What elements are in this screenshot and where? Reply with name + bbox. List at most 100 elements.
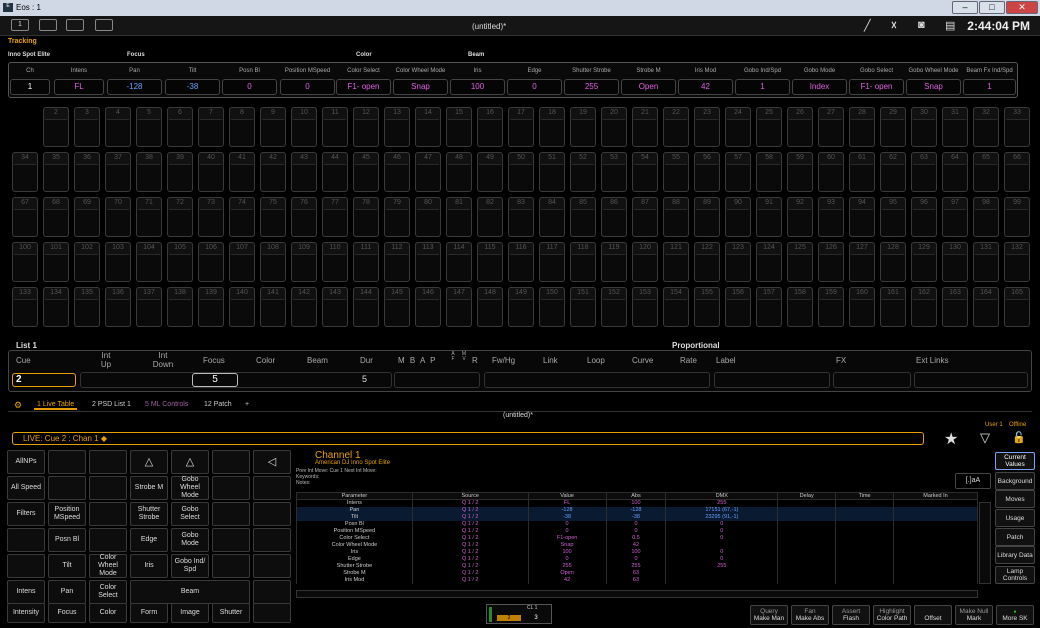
channel-tile[interactable]: 157 bbox=[756, 287, 782, 327]
softkey-button[interactable]: Highlight Color Path bbox=[873, 605, 911, 625]
channel-tile[interactable]: 113 bbox=[415, 242, 441, 282]
channel-tile[interactable]: 116 bbox=[508, 242, 534, 282]
param-button[interactable]: AllNPs bbox=[7, 450, 45, 474]
channel-tile[interactable]: 93 bbox=[818, 197, 844, 237]
param-button[interactable] bbox=[212, 554, 250, 578]
param-button[interactable]: Iris bbox=[130, 554, 168, 578]
channel-tile[interactable]: 164 bbox=[973, 287, 999, 327]
channel-tile[interactable]: 14 bbox=[415, 107, 441, 147]
softkey-button[interactable]: Fan Make Abs bbox=[791, 605, 829, 625]
right-button[interactable]: Patch bbox=[995, 528, 1035, 546]
tab-add[interactable]: + bbox=[245, 401, 249, 408]
channel-tile[interactable]: 50 bbox=[508, 152, 534, 192]
channel-tile[interactable]: 30 bbox=[911, 107, 937, 147]
right-button[interactable]: Lamp Controls bbox=[995, 566, 1035, 584]
case-toggle-button[interactable]: [.]aA bbox=[955, 473, 991, 489]
channel-tile[interactable]: 75 bbox=[260, 197, 286, 237]
channel-tile[interactable]: 125 bbox=[787, 242, 813, 282]
channel-tile[interactable]: 17 bbox=[508, 107, 534, 147]
right-button[interactable]: Moves bbox=[995, 490, 1035, 508]
channel-tile[interactable]: 136 bbox=[105, 287, 131, 327]
channel-tile[interactable]: 147 bbox=[446, 287, 472, 327]
channel-tile[interactable]: 138 bbox=[167, 287, 193, 327]
param-button[interactable]: Strobe M bbox=[130, 476, 168, 500]
channel-tile[interactable]: 96 bbox=[911, 197, 937, 237]
tracking-value[interactable]: Index bbox=[792, 79, 847, 95]
channel-tile[interactable]: 131 bbox=[973, 242, 999, 282]
cue-number-field[interactable]: 2 bbox=[12, 373, 76, 387]
cue-flags-cells[interactable] bbox=[394, 372, 480, 388]
param-button[interactable]: Intens bbox=[7, 580, 45, 604]
channel-tile[interactable]: 107 bbox=[229, 242, 255, 282]
channel-tile[interactable]: 33 bbox=[1004, 107, 1030, 147]
channel-tile[interactable]: 92 bbox=[787, 197, 813, 237]
param-button[interactable] bbox=[253, 528, 291, 552]
tracking-value[interactable]: 1 bbox=[10, 79, 50, 95]
cue-ext-cell[interactable] bbox=[914, 372, 1028, 388]
channel-tile[interactable]: 129 bbox=[911, 242, 937, 282]
tab-live-table[interactable]: 1 Live Table bbox=[34, 401, 78, 410]
channel-tile[interactable]: 36 bbox=[74, 152, 100, 192]
tracking-value[interactable]: 0 bbox=[222, 79, 277, 95]
tracking-value[interactable]: F1- open bbox=[336, 79, 391, 95]
channel-tile[interactable]: 28 bbox=[849, 107, 875, 147]
table-scrollbar[interactable] bbox=[979, 502, 991, 584]
param-button[interactable]: Edge bbox=[130, 528, 168, 552]
ptable-row[interactable]: Strobe MQ 1 / 2 Open 63 bbox=[296, 569, 978, 577]
channel-tile[interactable]: 103 bbox=[105, 242, 131, 282]
param-button[interactable] bbox=[253, 554, 291, 578]
param-button[interactable] bbox=[212, 450, 250, 474]
channel-tile[interactable]: 10 bbox=[291, 107, 317, 147]
command-line[interactable]: LIVE: Cue 2 : Chan 1 ◆ bbox=[12, 432, 924, 445]
softkey-button[interactable]: Query Make Man bbox=[750, 605, 788, 625]
cue-timing-cells[interactable] bbox=[484, 372, 710, 388]
channel-tile[interactable]: 161 bbox=[880, 287, 906, 327]
channel-tile[interactable]: 149 bbox=[508, 287, 534, 327]
channel-tile[interactable]: 25 bbox=[756, 107, 782, 147]
channel-tile[interactable]: 40 bbox=[198, 152, 224, 192]
channel-tile[interactable]: 11 bbox=[322, 107, 348, 147]
ptable-row[interactable]: Position MSpeed Q 1 / 2000 bbox=[296, 527, 978, 535]
channel-tile[interactable]: 155 bbox=[694, 287, 720, 327]
param-button[interactable]: Posn Bl bbox=[48, 528, 86, 552]
back-arrow-icon[interactable]: ◁ bbox=[253, 450, 291, 474]
page-up-arrow-icon[interactable]: △ bbox=[171, 450, 209, 474]
channel-tile[interactable]: 94 bbox=[849, 197, 875, 237]
tab-patch[interactable]: 12 Patch bbox=[204, 401, 232, 408]
tracking-value[interactable]: Snap bbox=[393, 79, 448, 95]
channel-tile[interactable]: 114 bbox=[446, 242, 472, 282]
channel-tile[interactable]: 68 bbox=[43, 197, 69, 237]
channel-tile[interactable]: 127 bbox=[849, 242, 875, 282]
channel-tile[interactable]: 41 bbox=[229, 152, 255, 192]
channel-tile[interactable]: 120 bbox=[632, 242, 658, 282]
keyboard-icon[interactable]: ▤ bbox=[945, 19, 955, 32]
channel-tile[interactable]: 150 bbox=[539, 287, 565, 327]
tracking-value[interactable]: Snap bbox=[906, 79, 961, 95]
param-button[interactable]: Image bbox=[171, 603, 209, 623]
param-button[interactable] bbox=[89, 450, 127, 474]
channel-tile[interactable]: 15 bbox=[446, 107, 472, 147]
channel-tile[interactable]: 61 bbox=[849, 152, 875, 192]
channel-tile[interactable]: 104 bbox=[136, 242, 162, 282]
channel-tile[interactable]: 82 bbox=[477, 197, 503, 237]
param-button[interactable] bbox=[253, 502, 291, 526]
right-button[interactable]: Background bbox=[995, 472, 1035, 490]
ptable-row[interactable]: Iris Q 1 / 2 100 100 0 bbox=[296, 548, 978, 556]
param-button[interactable]: Gobo Ind/ Spd bbox=[171, 554, 209, 578]
ptable-row[interactable]: Posn Bl Q 1 / 2000 bbox=[296, 520, 978, 528]
param-button[interactable] bbox=[7, 528, 45, 552]
fader-widget[interactable]: CL 1 2 3 bbox=[486, 604, 552, 624]
channel-tile[interactable]: 151 bbox=[570, 287, 596, 327]
channel-tile[interactable]: 95 bbox=[880, 197, 906, 237]
maximize-button[interactable]: □ bbox=[979, 1, 1005, 14]
channel-tile[interactable]: 26 bbox=[787, 107, 813, 147]
channel-tile[interactable]: 22 bbox=[663, 107, 689, 147]
param-button[interactable]: Shutter bbox=[212, 603, 250, 623]
ptable-row[interactable]: Edge Q 1 / 2000 bbox=[296, 555, 978, 563]
channel-tile[interactable]: 6 bbox=[167, 107, 193, 147]
filter-icon[interactable]: ▽ bbox=[980, 430, 990, 446]
channel-tile[interactable]: 59 bbox=[787, 152, 813, 192]
channel-tile[interactable]: 105 bbox=[167, 242, 193, 282]
channel-tile[interactable]: 130 bbox=[942, 242, 968, 282]
channel-tile[interactable]: 118 bbox=[570, 242, 596, 282]
